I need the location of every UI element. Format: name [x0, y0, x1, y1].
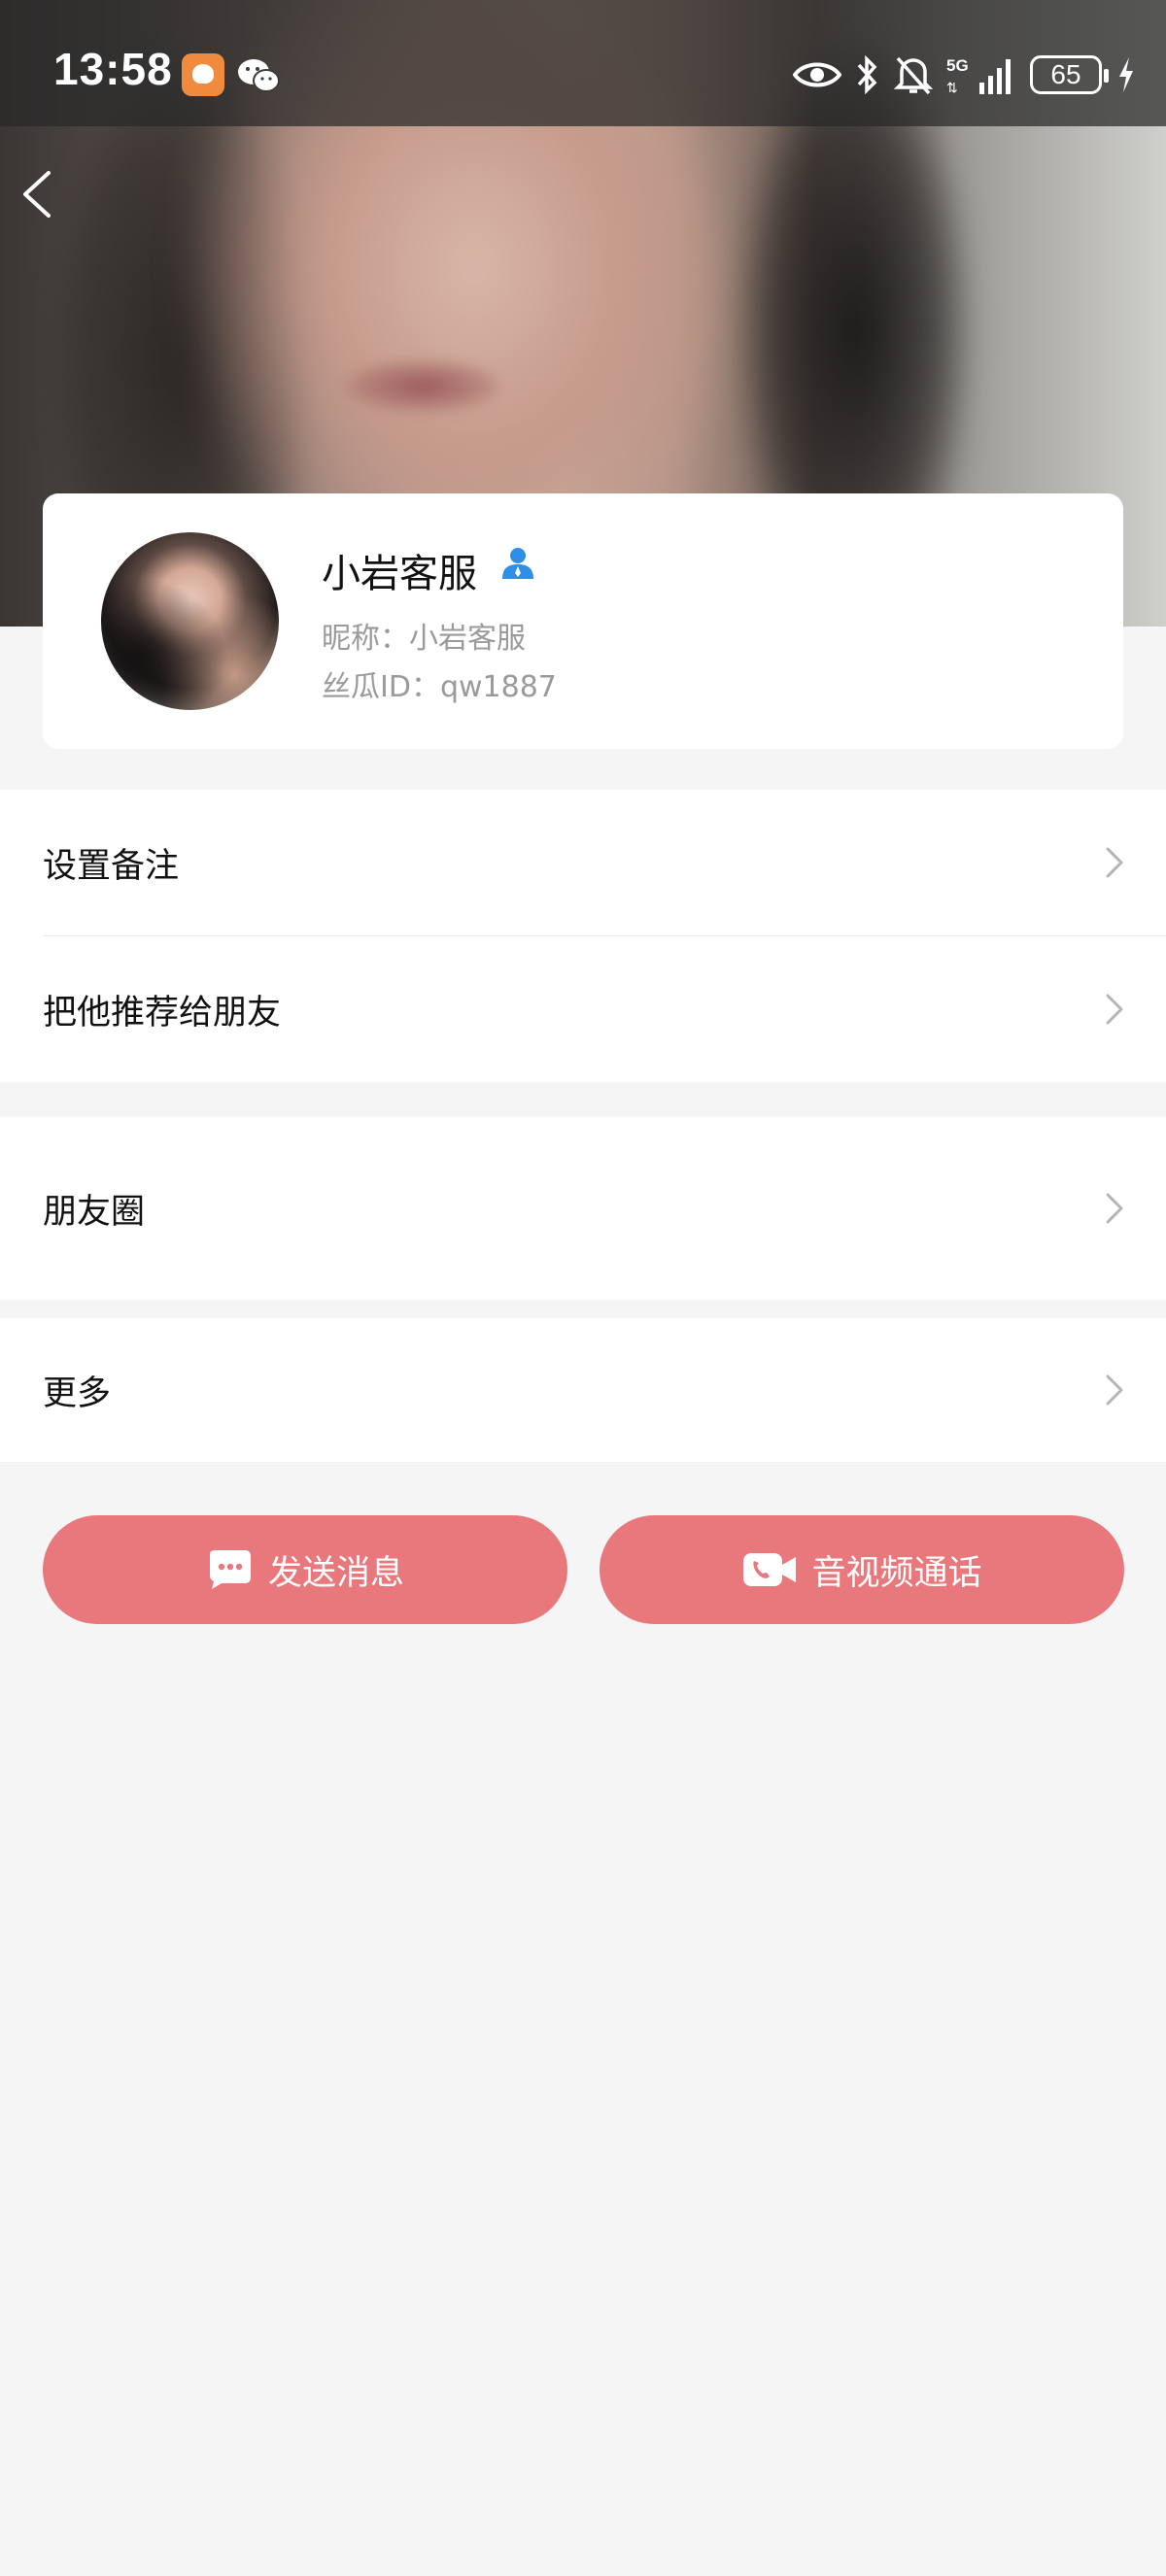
- menu-group-moments: 朋友圈: [0, 1117, 1166, 1300]
- av-call-label: 音视频通话: [811, 1553, 982, 1593]
- chat-bubble-icon: [209, 1550, 251, 1589]
- app-notification-icon: [182, 53, 224, 96]
- status-bar: 13:58 5G ⇅ 65: [0, 0, 1166, 126]
- wechat-icon: [238, 59, 280, 92]
- menu-group-remark: 设置备注 把他推荐给朋友: [0, 790, 1166, 1082]
- video-call-icon: [743, 1553, 797, 1586]
- status-time: 13:58: [53, 44, 173, 94]
- menu-item-label: 把他推荐给朋友: [43, 993, 282, 1033]
- av-call-button[interactable]: 音视频通话: [600, 1515, 1124, 1624]
- signal-icon: 5G ⇅: [946, 56, 1011, 95]
- menu-item-label: 更多: [43, 1373, 112, 1413]
- svg-text:5G: 5G: [946, 56, 969, 75]
- menu-item-more[interactable]: 更多: [0, 1318, 1166, 1462]
- menu-group-more: 更多: [0, 1318, 1166, 1462]
- send-message-button[interactable]: 发送消息: [43, 1515, 567, 1624]
- menu-item-label: 朋友圈: [43, 1192, 146, 1232]
- avatar[interactable]: [101, 532, 279, 710]
- send-message-label: 发送消息: [267, 1553, 404, 1593]
- charging-icon: [1119, 57, 1133, 92]
- svg-text:⇅: ⇅: [946, 80, 958, 95]
- chevron-right-icon: [1106, 847, 1123, 878]
- verified-user-icon: [502, 548, 533, 579]
- profile-card: 小岩客服 昵称：小岩客服 丝瓜ID：qw1887: [43, 493, 1123, 749]
- menu-item-moments[interactable]: 朋友圈: [0, 1117, 1166, 1300]
- menu-item-label: 设置备注: [43, 846, 180, 886]
- chevron-right-icon: [1106, 1193, 1123, 1224]
- display-name: 小岩客服: [322, 552, 477, 596]
- menu-item-recommend[interactable]: 把他推荐给朋友: [0, 936, 1166, 1082]
- bell-off-icon: [894, 56, 933, 95]
- battery-icon: 65: [1030, 55, 1109, 94]
- status-icons: 5G ⇅ 65: [793, 51, 1137, 99]
- bluetooth-icon: [857, 55, 877, 94]
- eye-icon: [793, 62, 841, 87]
- chevron-right-icon: [1106, 1374, 1123, 1406]
- back-arrow-icon[interactable]: [14, 165, 62, 223]
- user-id-text: 丝瓜ID：qw1887: [322, 670, 557, 704]
- chevron-right-icon: [1106, 994, 1123, 1025]
- nickname-text: 昵称：小岩客服: [322, 622, 526, 656]
- menu-item-set-remark[interactable]: 设置备注: [0, 790, 1166, 935]
